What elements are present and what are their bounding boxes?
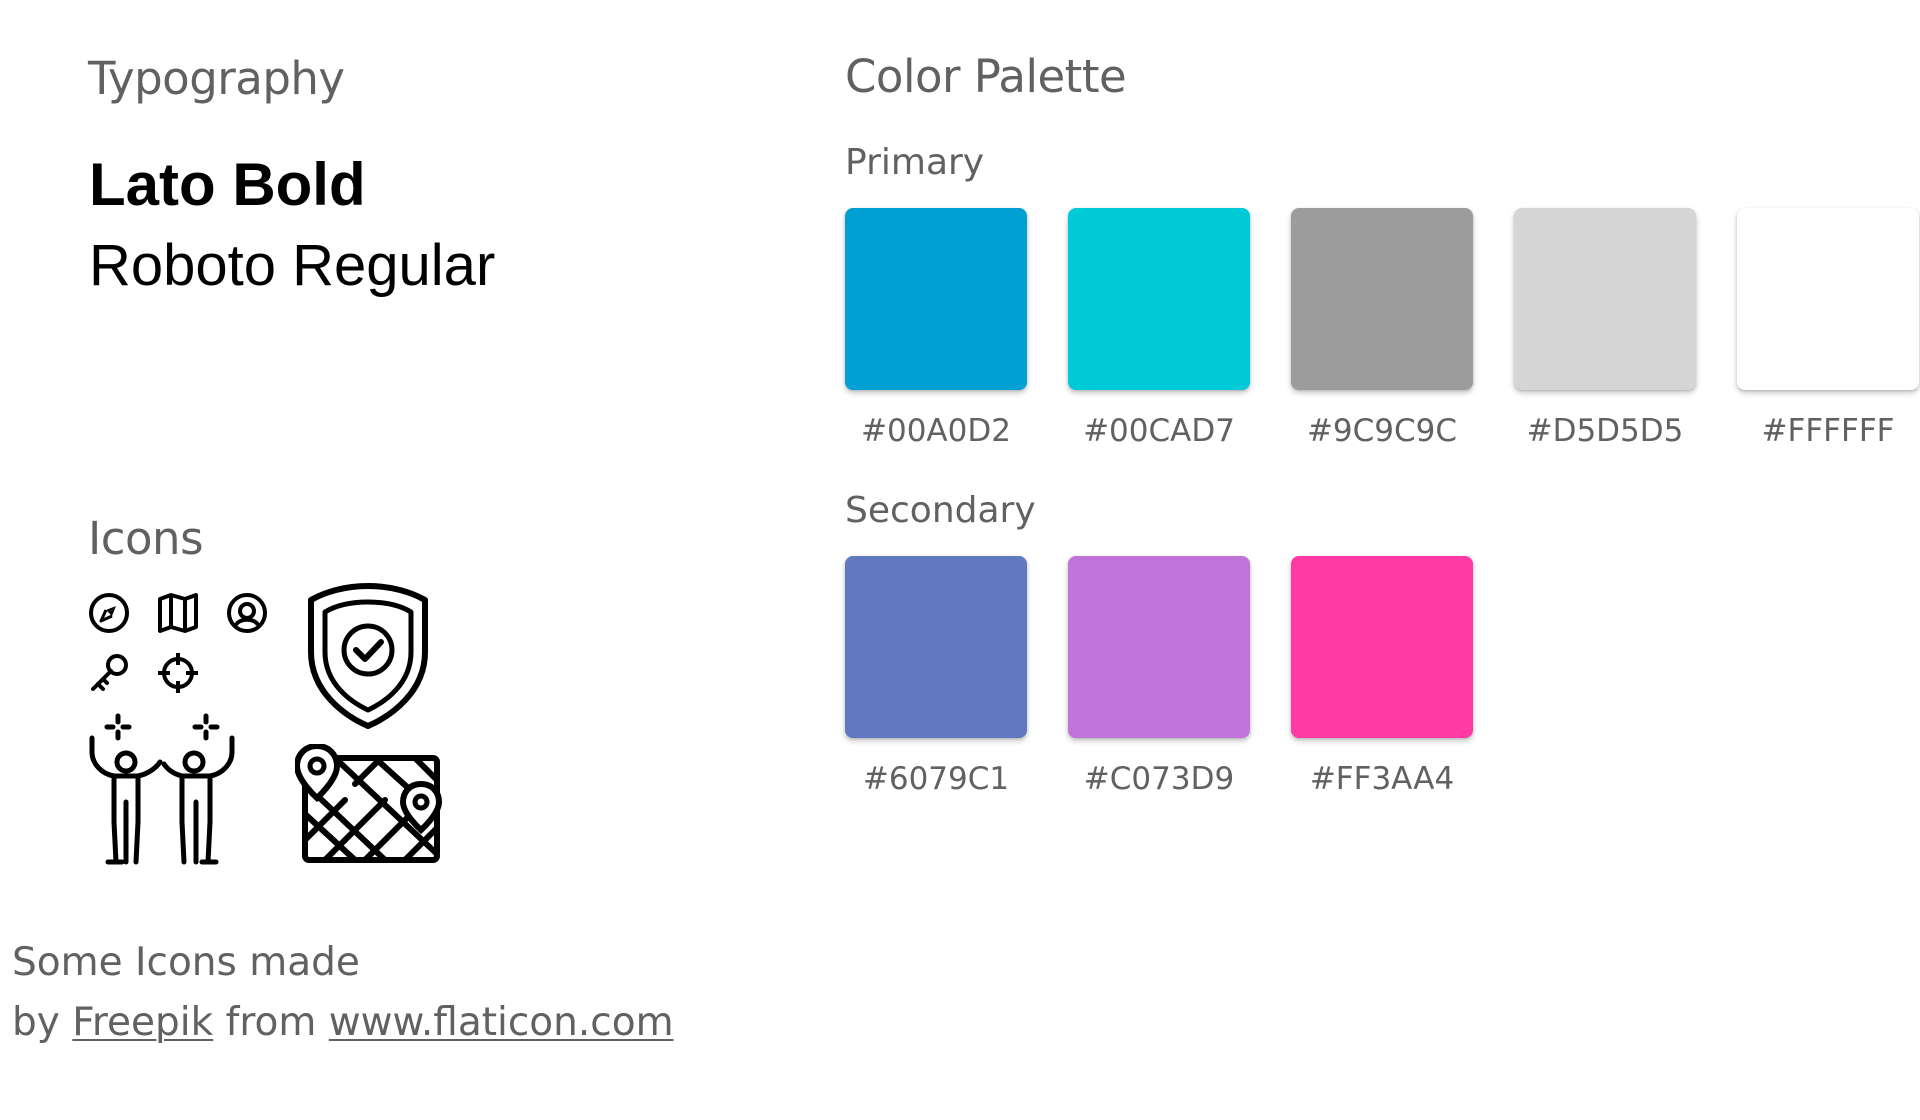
secondary-title: Secondary	[845, 490, 1036, 531]
credit-line-1: Some Icons made	[12, 940, 360, 985]
color-swatch	[1291, 556, 1473, 738]
color-swatch-label: #C073D9	[1083, 761, 1235, 797]
color-swatch-label: #6079C1	[862, 761, 1010, 797]
color-palette-title: Color Palette	[845, 50, 1127, 103]
color-swatch-label: #FFFFFF	[1761, 413, 1895, 449]
credit-line-2: by Freepik from www.flaticon.com	[12, 1000, 674, 1045]
shield-check-icon	[308, 583, 428, 729]
color-swatch-label: #9C9C9C	[1306, 413, 1458, 449]
map-icon	[158, 593, 198, 633]
user-circle-icon	[227, 593, 267, 633]
crosshair-icon	[158, 653, 198, 693]
font-sample-bold: Lato Bold	[89, 151, 366, 218]
font-sample-regular: Roboto Regular	[89, 233, 496, 298]
credit-by: by	[12, 1000, 60, 1045]
color-swatch-label: #00CAD7	[1083, 413, 1235, 449]
credit-from: from	[225, 1000, 317, 1045]
freepik-link[interactable]: Freepik	[72, 1000, 213, 1045]
color-swatch	[1291, 208, 1473, 390]
people-celebrating-icon	[89, 713, 235, 865]
navigation-icon	[89, 593, 129, 633]
color-swatch	[845, 556, 1027, 738]
icons-title: Icons	[88, 512, 204, 565]
typography-title: Typography	[88, 52, 345, 105]
color-swatch	[845, 208, 1027, 390]
color-swatch	[1068, 556, 1250, 738]
key-icon	[91, 654, 128, 691]
color-swatch-label: #00A0D2	[861, 413, 1011, 449]
color-swatch-label: #D5D5D5	[1526, 413, 1684, 449]
flaticon-link[interactable]: www.flaticon.com	[329, 1000, 674, 1045]
primary-title: Primary	[845, 142, 985, 183]
color-swatch	[1068, 208, 1250, 390]
color-swatch-label: #FF3AA4	[1309, 761, 1455, 797]
color-swatch	[1737, 208, 1919, 390]
map-pins-icon	[295, 744, 443, 863]
color-swatch	[1514, 208, 1696, 390]
